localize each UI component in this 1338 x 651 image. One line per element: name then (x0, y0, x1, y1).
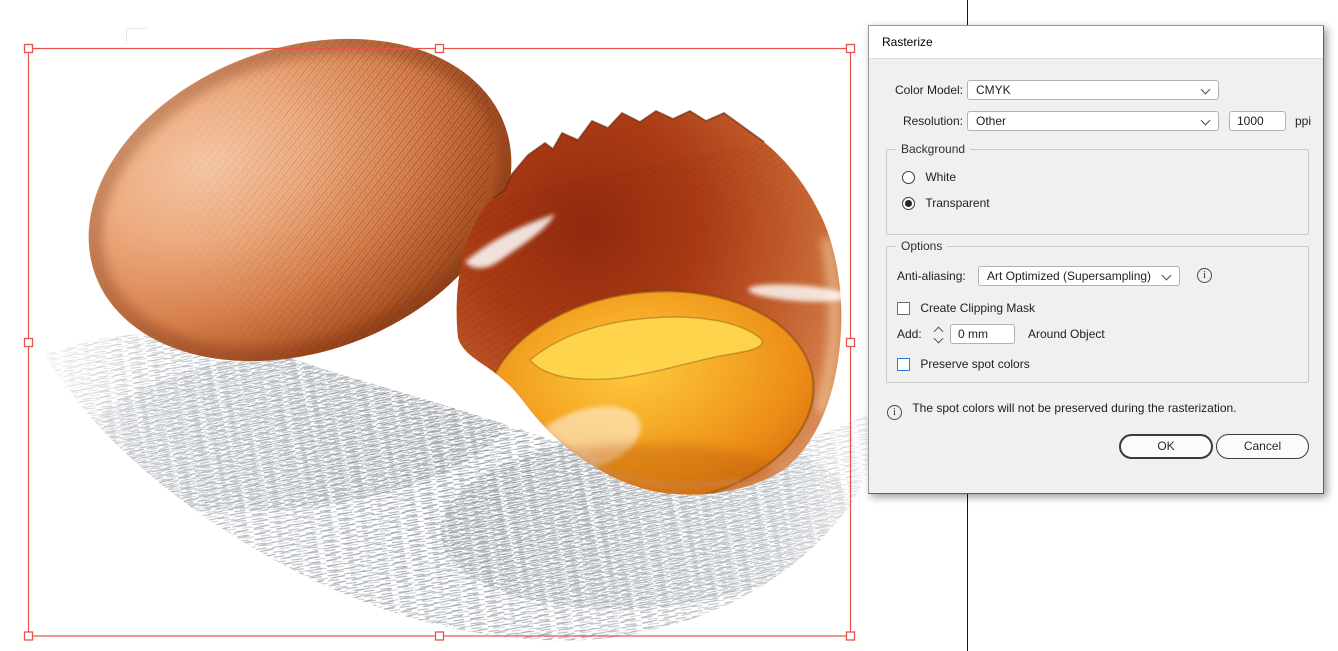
rasterize-dialog: Rasterize Color Model: CMYK Resolution: … (868, 25, 1324, 494)
info-icon: i (887, 405, 902, 420)
background-group: Background White Transparent (886, 142, 1309, 235)
selection-handle (845, 631, 856, 641)
add-stepper[interactable] (933, 324, 945, 344)
selection-handle (434, 631, 445, 641)
info-message-row: i The spot colors will not be preserved … (887, 398, 1317, 420)
around-object-label: Around Object (1028, 327, 1105, 341)
ppi-input[interactable] (1229, 111, 1286, 131)
chevron-down-icon (1161, 270, 1172, 281)
background-legend: Background (896, 142, 971, 156)
clipping-mask-checkbox[interactable] (897, 302, 910, 315)
clipping-mask-option[interactable]: Create Clipping Mask (897, 298, 1035, 318)
color-model-label: Color Model: (894, 83, 963, 97)
selection-handle (23, 337, 34, 348)
preserve-spot-checkbox[interactable] (897, 358, 910, 371)
chevron-down-icon (1200, 115, 1211, 126)
selection-handle (23, 631, 34, 641)
ppi-unit-label: ppi (1295, 114, 1312, 128)
chevron-down-icon (1200, 84, 1211, 95)
anti-aliasing-value: Art Optimized (Supersampling) (987, 269, 1152, 283)
background-white-option[interactable]: White (902, 167, 956, 187)
info-message: The spot colors will not be preserved du… (912, 401, 1237, 415)
anti-aliasing-label: Anti-aliasing: (897, 269, 966, 283)
anti-aliasing-dropdown[interactable]: Art Optimized (Supersampling) (978, 266, 1180, 286)
artboard-corner-mark (126, 28, 147, 29)
preserve-spot-label: Preserve spot colors (920, 357, 1030, 371)
resolution-value: Other (976, 114, 1007, 128)
clipping-mask-label: Create Clipping Mask (920, 301, 1036, 315)
radio-white-label: White (925, 170, 957, 184)
options-legend: Options (896, 239, 948, 253)
dialog-titlebar: Rasterize (869, 26, 1323, 59)
info-icon: i (1197, 268, 1212, 283)
selection-handle (845, 43, 856, 54)
options-group: Options Anti-aliasing: Art Optimized (Su… (886, 239, 1309, 383)
resolution-label: Resolution: (902, 114, 963, 128)
selection-handle (845, 337, 856, 348)
selection-handle (434, 43, 445, 54)
radio-transparent-label: Transparent (925, 196, 990, 210)
radio-white[interactable] (902, 171, 915, 184)
dialog-title: Rasterize (882, 35, 933, 49)
preserve-spot-option[interactable]: Preserve spot colors (897, 354, 1030, 374)
background-transparent-option[interactable]: Transparent (902, 193, 990, 213)
radio-transparent[interactable] (902, 197, 915, 210)
app-stage: Rasterize Color Model: CMYK Resolution: … (0, 0, 1338, 651)
cancel-button[interactable]: Cancel (1216, 434, 1309, 459)
selection-handle (23, 43, 34, 54)
resolution-dropdown[interactable]: Other (967, 111, 1219, 131)
add-amount-input[interactable] (950, 324, 1015, 344)
stepper-down-icon[interactable] (933, 333, 944, 344)
artboard-corner-mark (126, 28, 127, 43)
add-label: Add: (897, 327, 922, 341)
color-model-value: CMYK (976, 83, 1011, 97)
ok-button[interactable]: OK (1119, 434, 1213, 459)
color-model-dropdown[interactable]: CMYK (967, 80, 1219, 100)
egg-illustration[interactable] (0, 0, 968, 651)
